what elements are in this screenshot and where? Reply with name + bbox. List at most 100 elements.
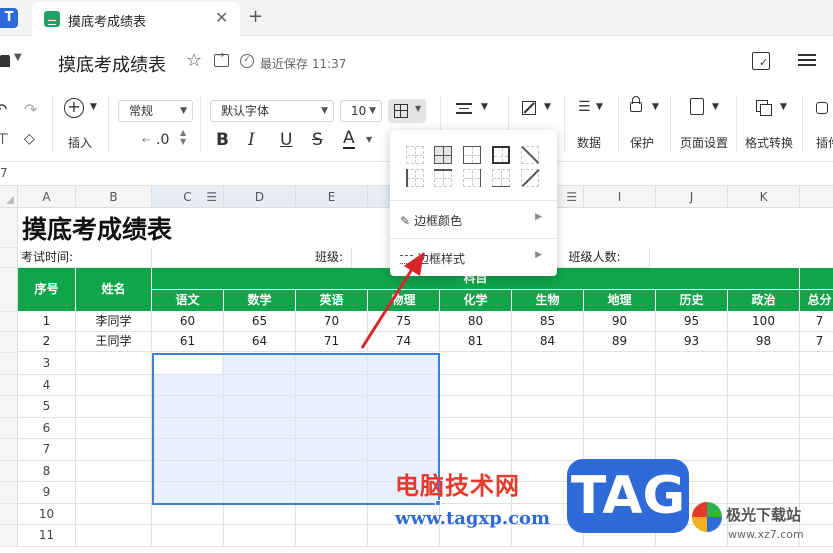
border-color-menu-item[interactable]: ✎ 边框颜色 ▶ bbox=[400, 212, 550, 229]
insert-icon[interactable]: + bbox=[64, 98, 84, 118]
score-cell[interactable]: 61 bbox=[152, 332, 224, 352]
empty-cell[interactable] bbox=[728, 460, 800, 482]
row-header[interactable] bbox=[0, 482, 18, 504]
subject-header[interactable]: 总分 bbox=[800, 290, 833, 312]
empty-cell[interactable] bbox=[584, 417, 656, 439]
redo-icon[interactable]: ↷ bbox=[24, 100, 37, 119]
diagonal-up-border-icon[interactable] bbox=[521, 169, 540, 187]
empty-cell[interactable] bbox=[512, 417, 584, 439]
empty-cell[interactable] bbox=[584, 353, 656, 375]
document-tab[interactable]: 摸底考成绩表 ✕ bbox=[32, 2, 240, 36]
row-label[interactable]: 9 bbox=[18, 482, 76, 504]
subject-header[interactable]: 政治 bbox=[728, 290, 800, 312]
score-cell[interactable]: 93 bbox=[656, 332, 728, 352]
empty-cell[interactable] bbox=[76, 439, 152, 461]
filter-icon[interactable]: ☰ bbox=[566, 186, 577, 208]
align-icon[interactable] bbox=[456, 103, 472, 114]
row-header[interactable] bbox=[0, 460, 18, 482]
score-cell[interactable]: 65 bbox=[224, 312, 296, 332]
number-format-select[interactable]: 常规 ▼ bbox=[118, 100, 193, 122]
empty-cell[interactable] bbox=[728, 439, 800, 461]
format-painter-icon[interactable]: ⊤ bbox=[0, 130, 9, 148]
column-header[interactable]: I bbox=[584, 186, 656, 208]
name-cell[interactable]: 王同学 bbox=[76, 332, 152, 352]
select-all-corner[interactable] bbox=[0, 186, 18, 208]
empty-cell[interactable] bbox=[152, 503, 224, 525]
empty-cell[interactable] bbox=[800, 439, 833, 461]
empty-cell[interactable] bbox=[76, 417, 152, 439]
row-label[interactable]: 7 bbox=[18, 439, 76, 461]
subject-header[interactable]: 生物 bbox=[512, 290, 584, 312]
chevron-down-icon[interactable]: ▼ bbox=[366, 135, 372, 144]
seq-header[interactable]: 序号 bbox=[18, 268, 76, 312]
row-label[interactable]: 8 bbox=[18, 460, 76, 482]
empty-cell[interactable] bbox=[296, 503, 368, 525]
insert-button[interactable]: 插入 bbox=[68, 134, 92, 151]
empty-cell[interactable] bbox=[584, 396, 656, 418]
undo-icon[interactable]: ↶ bbox=[0, 100, 7, 119]
empty-cell[interactable] bbox=[656, 374, 728, 396]
empty-cell[interactable] bbox=[584, 374, 656, 396]
chevron-down-icon[interactable]: ▼ bbox=[652, 102, 659, 112]
empty-cell[interactable] bbox=[440, 439, 512, 461]
page-setup-button[interactable]: 页面设置 bbox=[680, 134, 728, 151]
subject-header[interactable]: 地理 bbox=[584, 290, 656, 312]
empty-cell[interactable] bbox=[728, 417, 800, 439]
row-header[interactable] bbox=[0, 332, 18, 353]
new-tab-icon[interactable]: + bbox=[248, 6, 263, 27]
score-cell[interactable]: 98 bbox=[728, 332, 800, 352]
cell-style-icon[interactable] bbox=[522, 101, 536, 115]
empty-cell[interactable] bbox=[296, 525, 368, 547]
chevron-down-icon[interactable]: ▼ bbox=[712, 102, 719, 112]
row-header[interactable] bbox=[0, 312, 18, 332]
row-label[interactable]: 10 bbox=[18, 503, 76, 525]
subject-header[interactable]: 历史 bbox=[656, 290, 728, 312]
chevron-down-icon[interactable]: ▼ bbox=[481, 102, 488, 112]
all-borders-icon[interactable] bbox=[434, 146, 452, 164]
data-icon[interactable]: ☰ bbox=[578, 99, 591, 115]
empty-cell[interactable] bbox=[728, 374, 800, 396]
empty-cell[interactable] bbox=[440, 374, 512, 396]
font-color-button[interactable]: A bbox=[343, 130, 355, 149]
subject-header[interactable]: 语文 bbox=[152, 290, 224, 312]
score-cell[interactable]: 89 bbox=[584, 332, 656, 352]
empty-cell[interactable] bbox=[728, 396, 800, 418]
cell-reference[interactable]: 7 bbox=[0, 166, 8, 180]
chevron-down-icon[interactable]: ▼ bbox=[596, 102, 603, 112]
font-family-select[interactable]: 默认字体 ▼ bbox=[210, 100, 334, 122]
empty-cell[interactable] bbox=[800, 461, 833, 482]
empty-cell[interactable] bbox=[440, 417, 512, 439]
column-header[interactable]: K bbox=[728, 186, 800, 208]
column-header[interactable]: D bbox=[224, 186, 296, 208]
left-border-icon[interactable] bbox=[406, 169, 424, 187]
score-cell[interactable]: 7 bbox=[800, 312, 833, 332]
score-cell[interactable]: 81 bbox=[440, 332, 512, 352]
move-to-icon[interactable] bbox=[214, 50, 229, 67]
bottom-border-icon[interactable] bbox=[492, 169, 510, 187]
row-header[interactable] bbox=[0, 417, 18, 439]
review-icon[interactable] bbox=[752, 52, 770, 70]
empty-cell[interactable] bbox=[512, 374, 584, 396]
empty-cell[interactable] bbox=[512, 353, 584, 375]
subject-header[interactable]: 数学 bbox=[224, 290, 296, 312]
row-label[interactable]: 5 bbox=[18, 396, 76, 418]
empty-cell[interactable] bbox=[76, 525, 152, 547]
thick-outside-border-icon[interactable] bbox=[492, 146, 510, 164]
score-cell[interactable]: 80 bbox=[440, 312, 512, 332]
row-label[interactable]: 11 bbox=[18, 525, 76, 547]
row-header[interactable] bbox=[0, 353, 18, 375]
data-button[interactable]: 数据 bbox=[577, 134, 601, 151]
empty-cell[interactable] bbox=[656, 353, 728, 375]
score-cell[interactable]: 100 bbox=[728, 312, 800, 332]
row-header[interactable] bbox=[0, 396, 18, 418]
score-cell[interactable]: 7 bbox=[800, 332, 833, 352]
column-header[interactable]: C ☰ bbox=[152, 186, 224, 208]
empty-cell[interactable] bbox=[584, 439, 656, 461]
sheet-title[interactable]: 摸底考成绩表 bbox=[22, 210, 172, 246]
outside-borders-icon[interactable] bbox=[463, 146, 481, 164]
empty-cell[interactable] bbox=[728, 353, 800, 375]
row-label[interactable]: 3 bbox=[18, 353, 76, 375]
bold-button[interactable]: B bbox=[216, 130, 229, 150]
empty-cell[interactable] bbox=[440, 353, 512, 375]
empty-cell[interactable] bbox=[76, 503, 152, 525]
